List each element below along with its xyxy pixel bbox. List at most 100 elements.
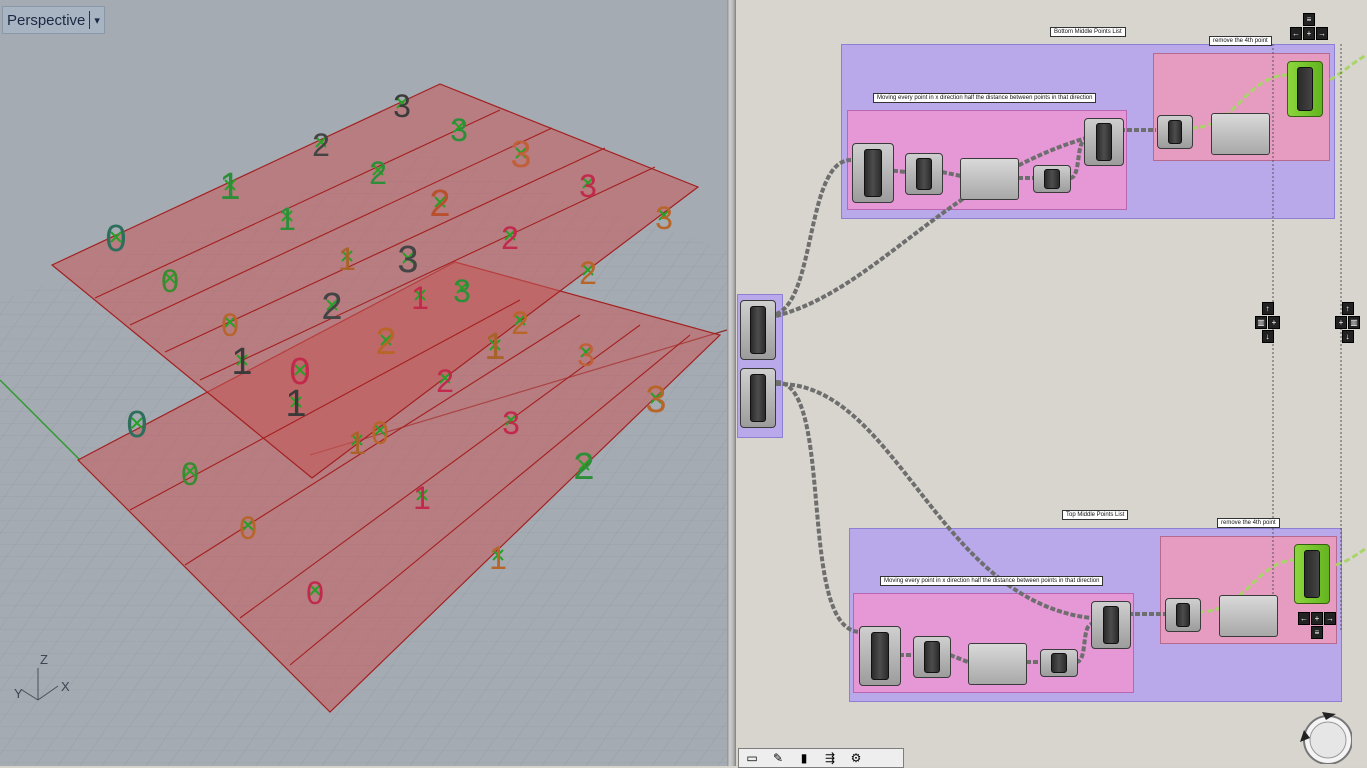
top-plane-point-label: 2: [429, 183, 450, 225]
point-param-component-b[interactable]: [740, 368, 776, 428]
nav-widget-middle-right[interactable]: ↑ + ▥ ↓: [1335, 302, 1360, 343]
cull-index-component-top[interactable]: [1211, 113, 1270, 155]
arrow-up-icon[interactable]: ↑: [1341, 302, 1354, 315]
bottom-plane-point-label: 3: [645, 379, 666, 421]
nav-widget-bottom[interactable]: ← + → ≡: [1298, 612, 1336, 639]
points-output-bottom[interactable]: [1294, 544, 1330, 604]
series-component-top[interactable]: [1084, 118, 1124, 166]
bottom-plane-point-label: 1: [411, 280, 429, 316]
cull-index-component-bottom[interactable]: [1219, 595, 1278, 637]
plus-icon[interactable]: +: [1303, 27, 1315, 40]
label-remove-point-bottom: remove the 4th point: [1217, 518, 1280, 528]
pipe-icon[interactable]: ▥: [1255, 316, 1267, 329]
label-remove-point-top: remove the 4th point: [1209, 36, 1272, 46]
bottom-plane-point-label: 0: [239, 510, 257, 546]
viewport-title: Perspective: [7, 11, 86, 29]
label-move-points-top: Moving every point in x direction half t…: [873, 93, 1097, 103]
list-component-bottom-1[interactable]: [859, 626, 901, 686]
arrow-right-icon[interactable]: →: [1324, 612, 1336, 625]
nav-widget-top[interactable]: ≡ ← + →: [1290, 13, 1328, 40]
arrow-up-icon[interactable]: ↑: [1261, 302, 1274, 315]
bottom-plane-point-label: 2: [511, 305, 529, 341]
series-component-bottom[interactable]: [1091, 601, 1131, 649]
list-icon[interactable]: ≡: [1303, 13, 1315, 26]
viewport-title-tab[interactable]: Perspective ▾: [2, 6, 105, 34]
bottom-plane-point-label: 0: [306, 575, 324, 611]
top-plane-point-label: 3: [655, 200, 673, 236]
label-move-points-bottom: Moving every point in x direction half t…: [880, 576, 1104, 586]
arrow-down-icon[interactable]: ↓: [1341, 330, 1354, 343]
top-plane-point-label: 2: [369, 155, 387, 191]
arrow-down-icon[interactable]: ↓: [1261, 330, 1274, 343]
sketch-icon[interactable]: ✎: [769, 751, 787, 765]
top-plane-point-label: 1: [231, 341, 252, 383]
top-plane-point-label: 3: [510, 134, 531, 176]
bottom-plane-point-label: 0: [181, 456, 199, 492]
wires-icon[interactable]: ⇶: [821, 751, 839, 765]
select-icon[interactable]: ▭: [743, 751, 761, 765]
bottom-plane-point-label: 0: [126, 404, 147, 446]
arrow-left-icon[interactable]: ←: [1298, 612, 1310, 625]
bake-icon[interactable]: ⚙: [847, 751, 865, 765]
move-component-top[interactable]: [960, 158, 1019, 200]
axis-label-x: X: [61, 679, 70, 694]
top-plane-point-label: 1: [219, 166, 240, 208]
top-plane-point-label: 3: [450, 112, 468, 148]
chevron-down-icon[interactable]: ▾: [94, 14, 100, 27]
top-plane-point-label: 3: [393, 88, 411, 124]
top-plane-point-label: 2: [312, 127, 330, 163]
axis-label-z: Z: [40, 652, 48, 667]
plus-icon[interactable]: +: [1268, 316, 1280, 329]
top-plane-point-label: 1: [278, 201, 296, 237]
vector-component-top[interactable]: [1033, 165, 1071, 193]
panel-splitter[interactable]: [727, 0, 736, 766]
vector-component-bottom[interactable]: [1040, 649, 1078, 677]
viewport-scene: 00011112222223333333 0000001111112222333…: [0, 83, 727, 766]
top-plane-point-label: 2: [321, 286, 342, 328]
points-output-top[interactable]: [1287, 61, 1323, 117]
plus-icon[interactable]: +: [1335, 316, 1347, 329]
arrow-right-icon[interactable]: →: [1316, 27, 1328, 40]
grasshopper-canvas[interactable]: Bottom Middle Points List Moving every p…: [736, 0, 1367, 766]
preview-icon[interactable]: ▮: [795, 751, 813, 765]
top-plane-point-label: 3: [453, 273, 471, 309]
canvas-guides: [1272, 44, 1342, 630]
nav-widget-middle-left[interactable]: ↑ ▥ + ↓: [1255, 302, 1280, 343]
bottom-plane-point-label: 2: [436, 363, 454, 399]
bottom-plane-point-label: 1: [285, 383, 306, 425]
top-plane-point-label: 3: [397, 239, 418, 281]
canvas-toolbar: ▭ ✎ ▮ ⇶ ⚙: [738, 748, 904, 768]
bottom-plane-point-label: 2: [375, 321, 396, 363]
top-plane-point-label: 0: [221, 307, 239, 343]
rhino-perspective-viewport[interactable]: 00011112222223333333 0000001111112222333…: [0, 0, 727, 766]
top-plane-point-label: 2: [579, 255, 597, 291]
bottom-plane-point-label: 2: [573, 446, 594, 488]
list-component-bottom-2[interactable]: [913, 636, 951, 678]
bottom-plane-point-label: 1: [489, 540, 507, 576]
top-plane-point-label: 2: [501, 220, 519, 256]
cull-index-input-top[interactable]: [1157, 115, 1193, 149]
cull-index-input-bottom[interactable]: [1165, 598, 1201, 632]
label-bottom-middle-points: Bottom Middle Points List: [1050, 27, 1126, 37]
point-param-component-a[interactable]: [740, 300, 776, 360]
bottom-plane-point-label: 3: [502, 405, 520, 441]
top-plane-point-label: 3: [579, 168, 597, 204]
pipe-icon[interactable]: ▥: [1348, 316, 1360, 329]
plus-icon[interactable]: +: [1311, 612, 1323, 625]
list-icon[interactable]: ≡: [1311, 626, 1323, 639]
bottom-plane-point-label: 1: [348, 425, 366, 461]
top-plane-point-label: 0: [105, 218, 126, 260]
list-component-top-1[interactable]: [852, 143, 894, 203]
arrow-left-icon[interactable]: ←: [1290, 27, 1302, 40]
canvas-zoom-widget[interactable]: [1296, 708, 1352, 764]
top-plane-point-label: 1: [338, 241, 356, 277]
move-component-bottom[interactable]: [968, 643, 1027, 685]
axis-label-y: Y: [14, 686, 23, 701]
bottom-plane-point-label: 0: [371, 415, 389, 451]
list-component-top-2[interactable]: [905, 153, 943, 195]
bottom-plane-point-label: 3: [577, 337, 595, 373]
bottom-plane-point-label: 1: [484, 326, 505, 368]
label-top-middle-points: Top Middle Points List: [1062, 510, 1129, 520]
bottom-plane-point-label: 1: [413, 480, 431, 516]
top-plane-point-label: 0: [161, 263, 179, 299]
